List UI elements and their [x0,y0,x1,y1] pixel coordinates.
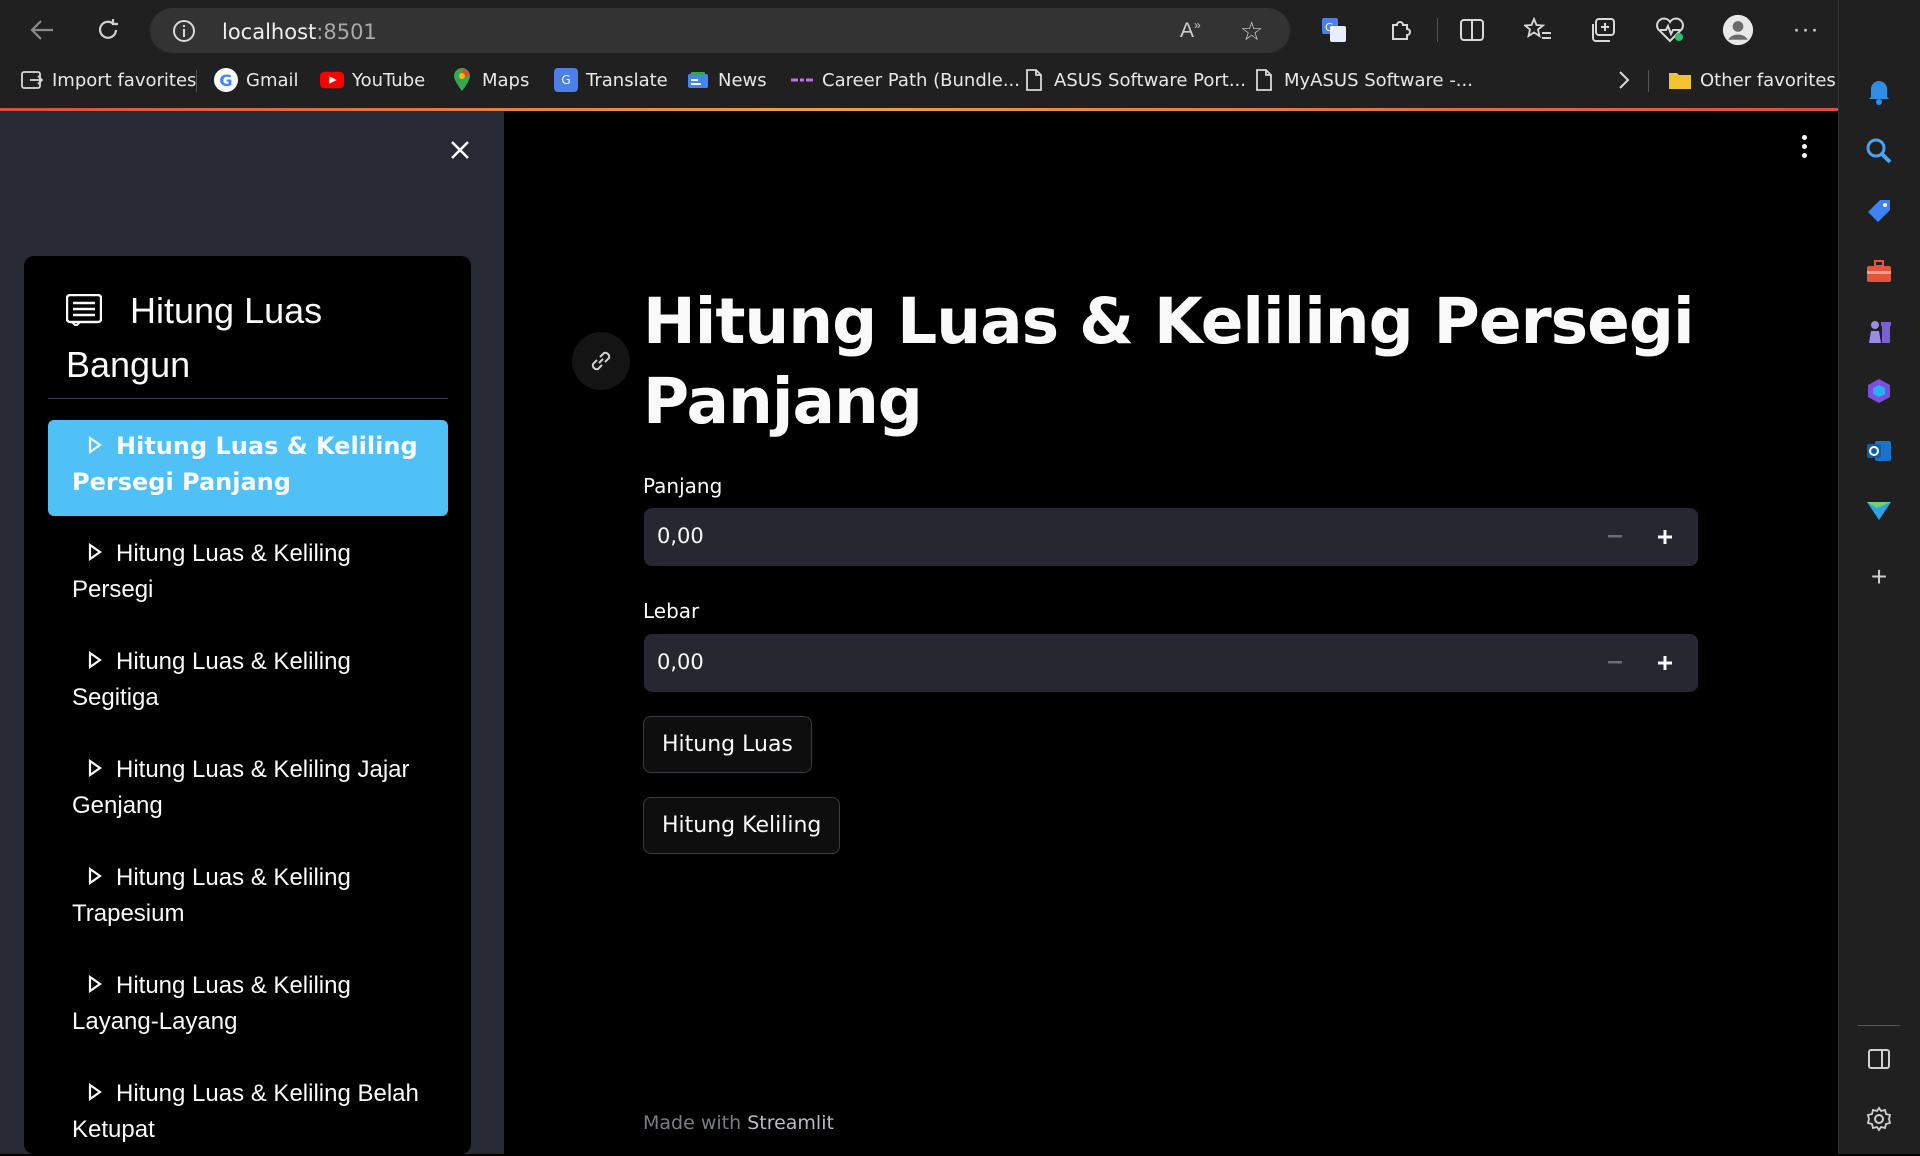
import-icon [20,68,44,92]
search-icon[interactable] [1862,134,1896,168]
menu-item-jajar-genjang[interactable]: Hitung Luas & Keliling Jajar Genjang [48,744,448,832]
page-title: Hitung Luas & Keliling Persegi Panjang [643,285,1695,438]
panjang-value[interactable]: 0,00 [657,524,704,548]
play-triangle-icon [78,867,102,885]
read-aloud-icon[interactable]: A» [1180,18,1201,43]
menu-divider [48,398,448,399]
lebar-number-input[interactable]: 0,00 [644,634,1698,692]
tools-briefcase-icon[interactable] [1862,254,1896,288]
bookmark-other-favorites[interactable]: Other favorites [1668,64,1836,96]
address-bar[interactable]: localhost:8501 A» ☆ [150,8,1290,53]
play-triangle-icon [78,651,102,669]
youtube-icon [320,68,344,92]
play-triangle-icon [78,543,102,561]
document-list-icon [65,287,103,328]
close-sidebar-icon[interactable] [440,130,480,170]
favorite-star-icon[interactable]: ☆ [1240,16,1263,47]
microsoft-365-icon[interactable] [1862,374,1896,408]
hide-sidebar-icon[interactable] [1862,1042,1896,1076]
google-icon: G [214,68,238,92]
main-menu-kebab-icon[interactable] [1790,130,1818,162]
bookmark-myasus-software[interactable]: MyASUS Software -... [1252,64,1473,96]
split-screen-icon[interactable] [1456,14,1488,46]
bookmarks-divider [1648,70,1649,92]
hitung-luas-button[interactable]: Hitung Luas [643,716,812,773]
link-anchor-icon[interactable] [572,332,630,390]
refresh-icon[interactable] [92,14,124,46]
lebar-decrement-button[interactable] [1595,643,1635,683]
bookmark-translate[interactable]: G Translate [554,64,668,96]
footer: Made with Streamlit [643,1112,834,1134]
menu-item-layang-layang[interactable]: Hitung Luas & Keliling Layang-Layang [48,960,448,1048]
shopping-tag-icon[interactable] [1862,194,1896,228]
translate-extension-icon[interactable]: G [1318,14,1350,46]
menu-item-persegi-panjang[interactable]: Hitung Luas & Keliling Persegi Panjang [48,420,448,516]
play-triangle-icon [78,1083,102,1101]
bookmark-career-path[interactable]: Career Path (Bundle... [790,64,1020,96]
panjang-label: Panjang [643,474,723,498]
site-info-icon[interactable] [172,19,196,48]
bookmark-asus-software-portal[interactable]: ASUS Software Port... [1022,64,1246,96]
main-content [504,111,1838,1154]
edge-sidebar-divider [1858,1025,1900,1026]
profile-avatar-icon[interactable] [1722,14,1754,46]
menu-title: Hitung Luas Bangun [65,284,446,392]
menu-item-trapesium[interactable]: Hitung Luas & Keliling Trapesium [48,852,448,940]
translate-icon: G [554,68,578,92]
folder-icon [1668,68,1692,92]
lebar-value[interactable]: 0,00 [657,650,704,674]
hitung-keliling-button[interactable]: Hitung Keliling [643,797,841,854]
bookmark-maps[interactable]: Maps [450,64,529,96]
favorites-list-icon[interactable] [1522,14,1554,46]
collections-icon[interactable] [1588,14,1620,46]
bookmark-gmail[interactable]: G Gmail [214,64,299,96]
notification-bell-icon[interactable] [1862,74,1896,108]
bookmark-import-favorites[interactable]: Import favorites [20,64,196,96]
panjang-decrement-button[interactable] [1595,517,1635,557]
chevron-right-icon[interactable] [1614,66,1634,100]
browser-essentials-icon[interactable] [1654,14,1686,46]
page-icon [1252,68,1276,92]
panjang-number-input[interactable]: 0,00 [644,508,1698,566]
settings-gear-icon[interactable] [1862,1102,1896,1136]
lebar-label: Lebar [643,599,700,623]
add-icon[interactable]: + [1862,560,1896,594]
menu-item-persegi[interactable]: Hitung Luas & Keliling Persegi [48,528,448,616]
svg-text:G: G [1325,21,1334,34]
url-text: localhost:8501 [222,20,377,44]
panjang-increment-button[interactable] [1645,517,1685,557]
outlook-icon[interactable] [1862,434,1896,468]
page-icon [1022,68,1046,92]
bookmark-youtube[interactable]: YouTube [320,64,425,96]
extensions-icon[interactable] [1384,14,1416,46]
streamlit-link[interactable]: Streamlit [747,1112,834,1134]
news-icon [686,68,710,92]
play-triangle-icon [78,436,102,454]
menu-item-belah-ketupat[interactable]: Hitung Luas & Keliling Belah Ketupat [48,1068,448,1156]
menu-item-segitiga[interactable]: Hitung Luas & Keliling Segitiga [48,636,448,724]
back-arrow-icon[interactable] [26,14,58,46]
games-chess-icon[interactable] [1862,314,1896,348]
lebar-increment-button[interactable] [1645,643,1685,683]
send-plane-icon[interactable] [1862,494,1896,528]
more-options-icon[interactable]: ··· [1790,14,1822,46]
play-triangle-icon [78,975,102,993]
career-icon [790,68,814,92]
toolbar-divider [1437,18,1438,42]
play-triangle-icon [78,759,102,777]
browser-toolbar: localhost:8501 A» ☆ G ··· [0,0,1920,60]
bookmark-news[interactable]: News [686,64,767,96]
bookmarks-divider [196,70,197,92]
maps-icon [450,68,474,92]
